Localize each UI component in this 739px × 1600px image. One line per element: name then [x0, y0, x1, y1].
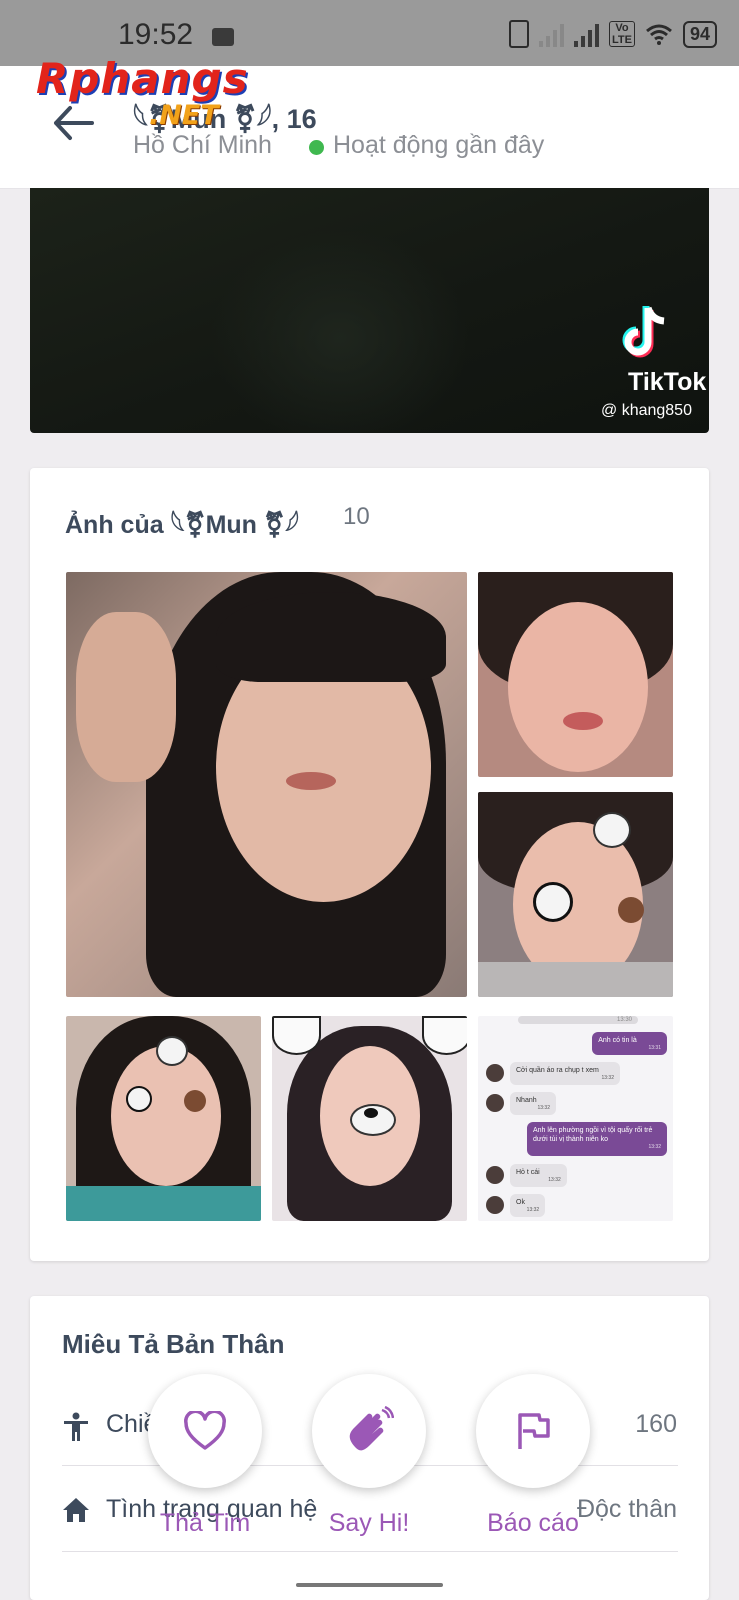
- heart-icon: [184, 1411, 226, 1450]
- avatar: [486, 1094, 504, 1112]
- height-value: 160: [635, 1410, 677, 1438]
- chat-text: Cởi quần áo ra chụp t xem: [516, 1067, 599, 1074]
- description-title: Miêu Tả Bản Thân: [62, 1329, 285, 1359]
- signal-1-icon: [539, 21, 564, 47]
- volte-icon: Vo LTE: [609, 21, 635, 47]
- chat-time: 13:32: [537, 1105, 550, 1111]
- chat-text: Hỏ t cái: [516, 1169, 540, 1176]
- profile-video[interactable]: [30, 188, 709, 433]
- watermark-suffix: .NET: [149, 100, 219, 131]
- avatar: [486, 1166, 504, 1184]
- say-hi-button[interactable]: [312, 1374, 426, 1488]
- chat-text: Ok: [516, 1199, 525, 1206]
- chat-time: 13:32: [648, 1144, 661, 1150]
- online-status-text: Hoạt động gần đây: [333, 131, 545, 159]
- profile-city: Hồ Chí Minh: [133, 131, 272, 159]
- photo-1[interactable]: [66, 572, 467, 997]
- wifi-icon: [646, 24, 672, 45]
- chat-bubble-received: Hỏ t cái 13:32: [510, 1164, 567, 1187]
- wave-hand-icon: [349, 1406, 394, 1451]
- tiktok-username: @ khang850: [601, 402, 692, 419]
- chat-top-time: 13:30: [518, 1016, 638, 1024]
- avatar: [486, 1064, 504, 1082]
- home-indicator[interactable]: [296, 1583, 443, 1587]
- chat-bubble-received: Cởi quần áo ra chụp t xem 13:32: [510, 1062, 620, 1085]
- chat-text: Anh lên phường ngồi vì tội quấy rối trẻ …: [533, 1127, 653, 1143]
- person-icon: [64, 1412, 88, 1441]
- chat-bubble-sent: Anh lên phường ngồi vì tội quấy rối trẻ …: [527, 1122, 667, 1156]
- chat-text: Anh có tin là: [598, 1037, 637, 1044]
- gallery-notification-icon: [212, 28, 234, 46]
- status-icons: Vo LTE 94: [509, 20, 717, 48]
- vibrate-icon: [509, 20, 529, 48]
- flag-icon: [518, 1413, 550, 1449]
- signal-2-icon: [574, 21, 599, 47]
- photo-6-chat[interactable]: 13:30 Anh có tin là 13:31 Cởi quần áo ra ch…: [478, 1016, 673, 1221]
- avatar: [486, 1196, 504, 1214]
- home-icon: [63, 1498, 89, 1522]
- tiktok-logo-icon: [622, 306, 665, 358]
- photo-2[interactable]: [478, 572, 673, 777]
- photo-5[interactable]: [272, 1016, 467, 1221]
- chat-bubble-received: Ok 13:32: [510, 1194, 546, 1217]
- battery-icon: 94: [682, 20, 717, 48]
- watermark-brand: Rphangs: [36, 54, 249, 103]
- watermark-logo: Rphangs .NET: [36, 58, 249, 130]
- photos-title: Ảnh của 𓆩⚧Mun ⚧𓆪: [65, 511, 299, 539]
- chat-time: 13:31: [648, 1045, 661, 1051]
- photos-count: 10: [343, 503, 370, 530]
- chat-bubble-sent: Anh có tin là 13:31: [592, 1032, 667, 1055]
- report-button[interactable]: [476, 1374, 590, 1488]
- like-button[interactable]: [148, 1374, 262, 1488]
- report-label[interactable]: Báo cáo: [443, 1509, 623, 1538]
- photo-4[interactable]: [66, 1016, 261, 1221]
- status-time: 19:52: [118, 18, 194, 51]
- divider: [62, 1551, 678, 1552]
- tiktok-brand: TikTok: [628, 368, 707, 396]
- chat-time: 13:32: [548, 1177, 561, 1183]
- photo-3[interactable]: [478, 792, 673, 997]
- like-label[interactable]: Thả Tim: [115, 1509, 295, 1538]
- chat-bubble-received: Nhanh 13:32: [510, 1092, 556, 1115]
- chat-time: 13:32: [601, 1075, 614, 1081]
- online-status-dot: [309, 140, 324, 155]
- say-hi-label[interactable]: Say Hi!: [279, 1509, 459, 1538]
- back-arrow-icon[interactable]: [48, 98, 98, 148]
- chat-text: Nhanh: [516, 1097, 537, 1104]
- chat-time: 13:32: [526, 1207, 540, 1213]
